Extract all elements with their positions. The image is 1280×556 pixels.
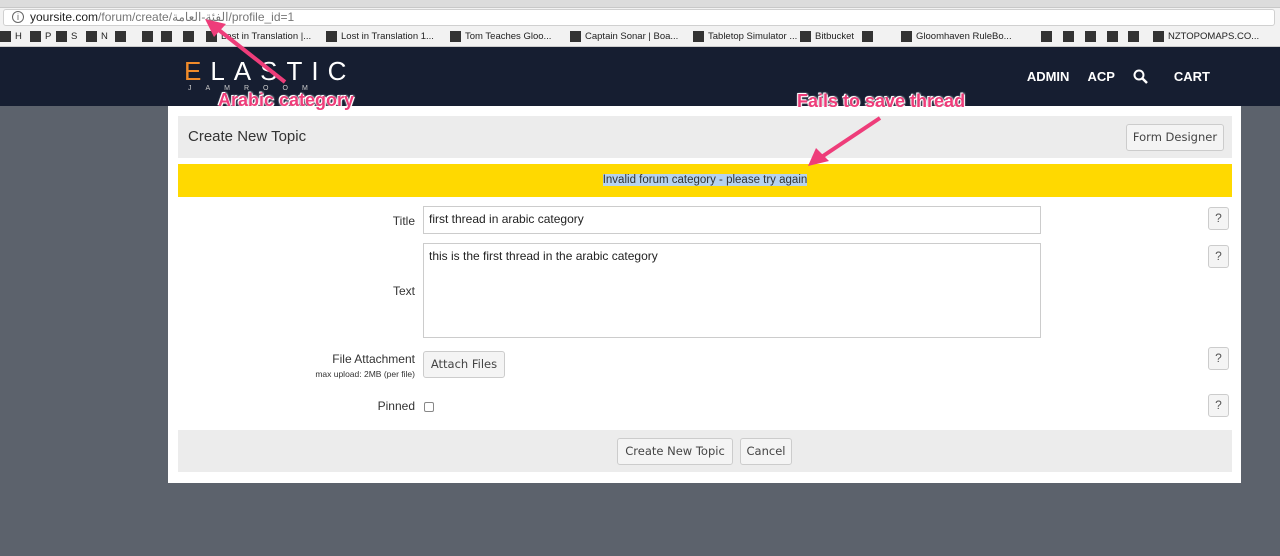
bookmark-item[interactable]: Lost in Translation 1... [326,31,434,42]
bookmark-label: NZTOPOMAPS.CO... [1168,31,1260,42]
bookmark-icon [1041,31,1052,42]
error-message: Invalid forum category - please try agai… [602,174,808,186]
bookmark-label: H [15,31,22,42]
bookmark-item[interactable]: Captain Sonar | Boa... [570,31,678,42]
title-label: Title [392,214,415,228]
panel-header: Create New Topic Form Designer [178,116,1232,158]
bookmark-item[interactable] [1085,31,1100,42]
bookmark-item[interactable] [1063,31,1078,42]
bookmark-icon [450,31,461,42]
bookmark-item[interactable] [862,31,877,42]
bookmark-item[interactable] [142,31,157,42]
bookmark-item[interactable] [1041,31,1056,42]
url-path: /forum/create/الفئة-العامة/profile_id=1 [98,10,295,24]
bookmark-icon [115,31,126,42]
bookmark-label: Lost in Translation |... [221,31,312,42]
bookmark-icon [862,31,873,42]
bookmark-icon [30,31,41,42]
bookmark-item[interactable]: Gloomhaven RuleBo... [901,31,1012,42]
form-designer-button[interactable]: Form Designer [1126,124,1224,151]
bookmark-icon [161,31,172,42]
logo-text: LASTIC [210,56,356,86]
title-input[interactable]: first thread in arabic category [423,206,1041,234]
text-help-button[interactable]: ? [1208,245,1229,268]
annotation-arabic-category: Arabic category [218,90,355,110]
form-footer: Create New Topic Cancel [178,430,1232,472]
bookmark-icon [1128,31,1139,42]
bookmark-icon [183,31,194,42]
bookmark-icon [693,31,704,42]
bookmark-label: Captain Sonar | Boa... [585,31,679,42]
logo-initial: E [184,56,211,86]
file-attachment-label: File Attachment [332,352,415,366]
bookmarks-bar: H P S N Lost in Translation |... Lost in Tran… [0,27,1280,47]
create-topic-panel: Create New Topic Form Designer Invalid f… [168,106,1241,483]
bookmark-icon [1153,31,1164,42]
cancel-button[interactable]: Cancel [740,438,792,465]
bookmark-icon [1107,31,1118,42]
page-title: Create New Topic [188,128,307,145]
address-bar: i yoursite.com/forum/create/الفئة-العامة… [0,8,1280,27]
tab-strip [0,0,1280,8]
url-input[interactable]: i yoursite.com/forum/create/الفئة-العامة… [3,9,1275,26]
pinned-label: Pinned [377,399,415,413]
bookmark-icon [56,31,67,42]
bookmark-icon [1063,31,1074,42]
nav-admin[interactable]: ADMIN [1027,69,1070,87]
bookmark-item[interactable] [1128,31,1143,42]
search-icon[interactable] [1133,69,1148,87]
bookmark-icon [0,31,11,42]
bookmark-item[interactable] [1107,31,1122,42]
file-help-button[interactable]: ? [1208,347,1229,370]
nav-cart[interactable]: CART [1174,69,1210,87]
bookmark-label: Bitbucket [815,31,855,42]
bookmark-item[interactable]: N [86,31,108,42]
logo[interactable]: ELASTIC JAMROOM [184,56,356,92]
bookmark-icon [86,31,97,42]
bookmark-item[interactable] [183,31,198,42]
text-textarea[interactable]: this is the first thread in the arabic c… [423,243,1041,338]
bookmark-item[interactable] [161,31,176,42]
bookmark-label: Tabletop Simulator ... [708,31,798,42]
bookmark-item[interactable] [115,31,130,42]
bookmark-label: S [71,31,78,42]
bookmark-label: P [45,31,52,42]
file-hint: max upload: 2MB (per file) [315,369,415,379]
bookmark-label: Gloomhaven RuleBo... [916,31,1012,42]
bookmark-item[interactable]: Tabletop Simulator ... [693,31,797,42]
bookmark-icon [206,31,217,42]
attach-files-button[interactable]: Attach Files [423,351,505,378]
url-host: yoursite.com [30,10,99,24]
bookmark-icon [570,31,581,42]
bookmark-icon [901,31,912,42]
pinned-checkbox[interactable] [424,402,434,412]
site-header: ELASTIC JAMROOM ADMIN ACP CART [0,47,1280,106]
nav-acp[interactable]: ACP [1087,69,1114,87]
bookmark-icon [326,31,337,42]
bookmark-item[interactable]: H [0,31,22,42]
bookmark-item[interactable]: Lost in Translation |... [206,31,311,42]
bookmark-item[interactable]: P [30,31,51,42]
bookmark-item[interactable]: Bitbucket [800,31,854,42]
create-topic-button[interactable]: Create New Topic [617,438,733,465]
info-icon[interactable]: i [12,11,24,23]
bookmark-icon [800,31,811,42]
annotation-fails-to-save: Fails to save thread [797,91,966,111]
bookmark-icon [1085,31,1096,42]
error-banner: Invalid forum category - please try agai… [178,164,1232,197]
bookmark-item[interactable]: NZTOPOMAPS.CO... [1153,31,1259,42]
bookmark-item[interactable]: S [56,31,77,42]
bookmark-label: Tom Teaches Gloo... [465,31,552,42]
title-help-button[interactable]: ? [1208,207,1229,230]
bookmark-label: N [101,31,108,42]
bookmark-label: Lost in Translation 1... [341,31,434,42]
bookmark-icon [142,31,153,42]
text-label: Text [392,284,415,298]
bookmark-item[interactable]: Tom Teaches Gloo... [450,31,551,42]
pinned-help-button[interactable]: ? [1208,394,1229,417]
